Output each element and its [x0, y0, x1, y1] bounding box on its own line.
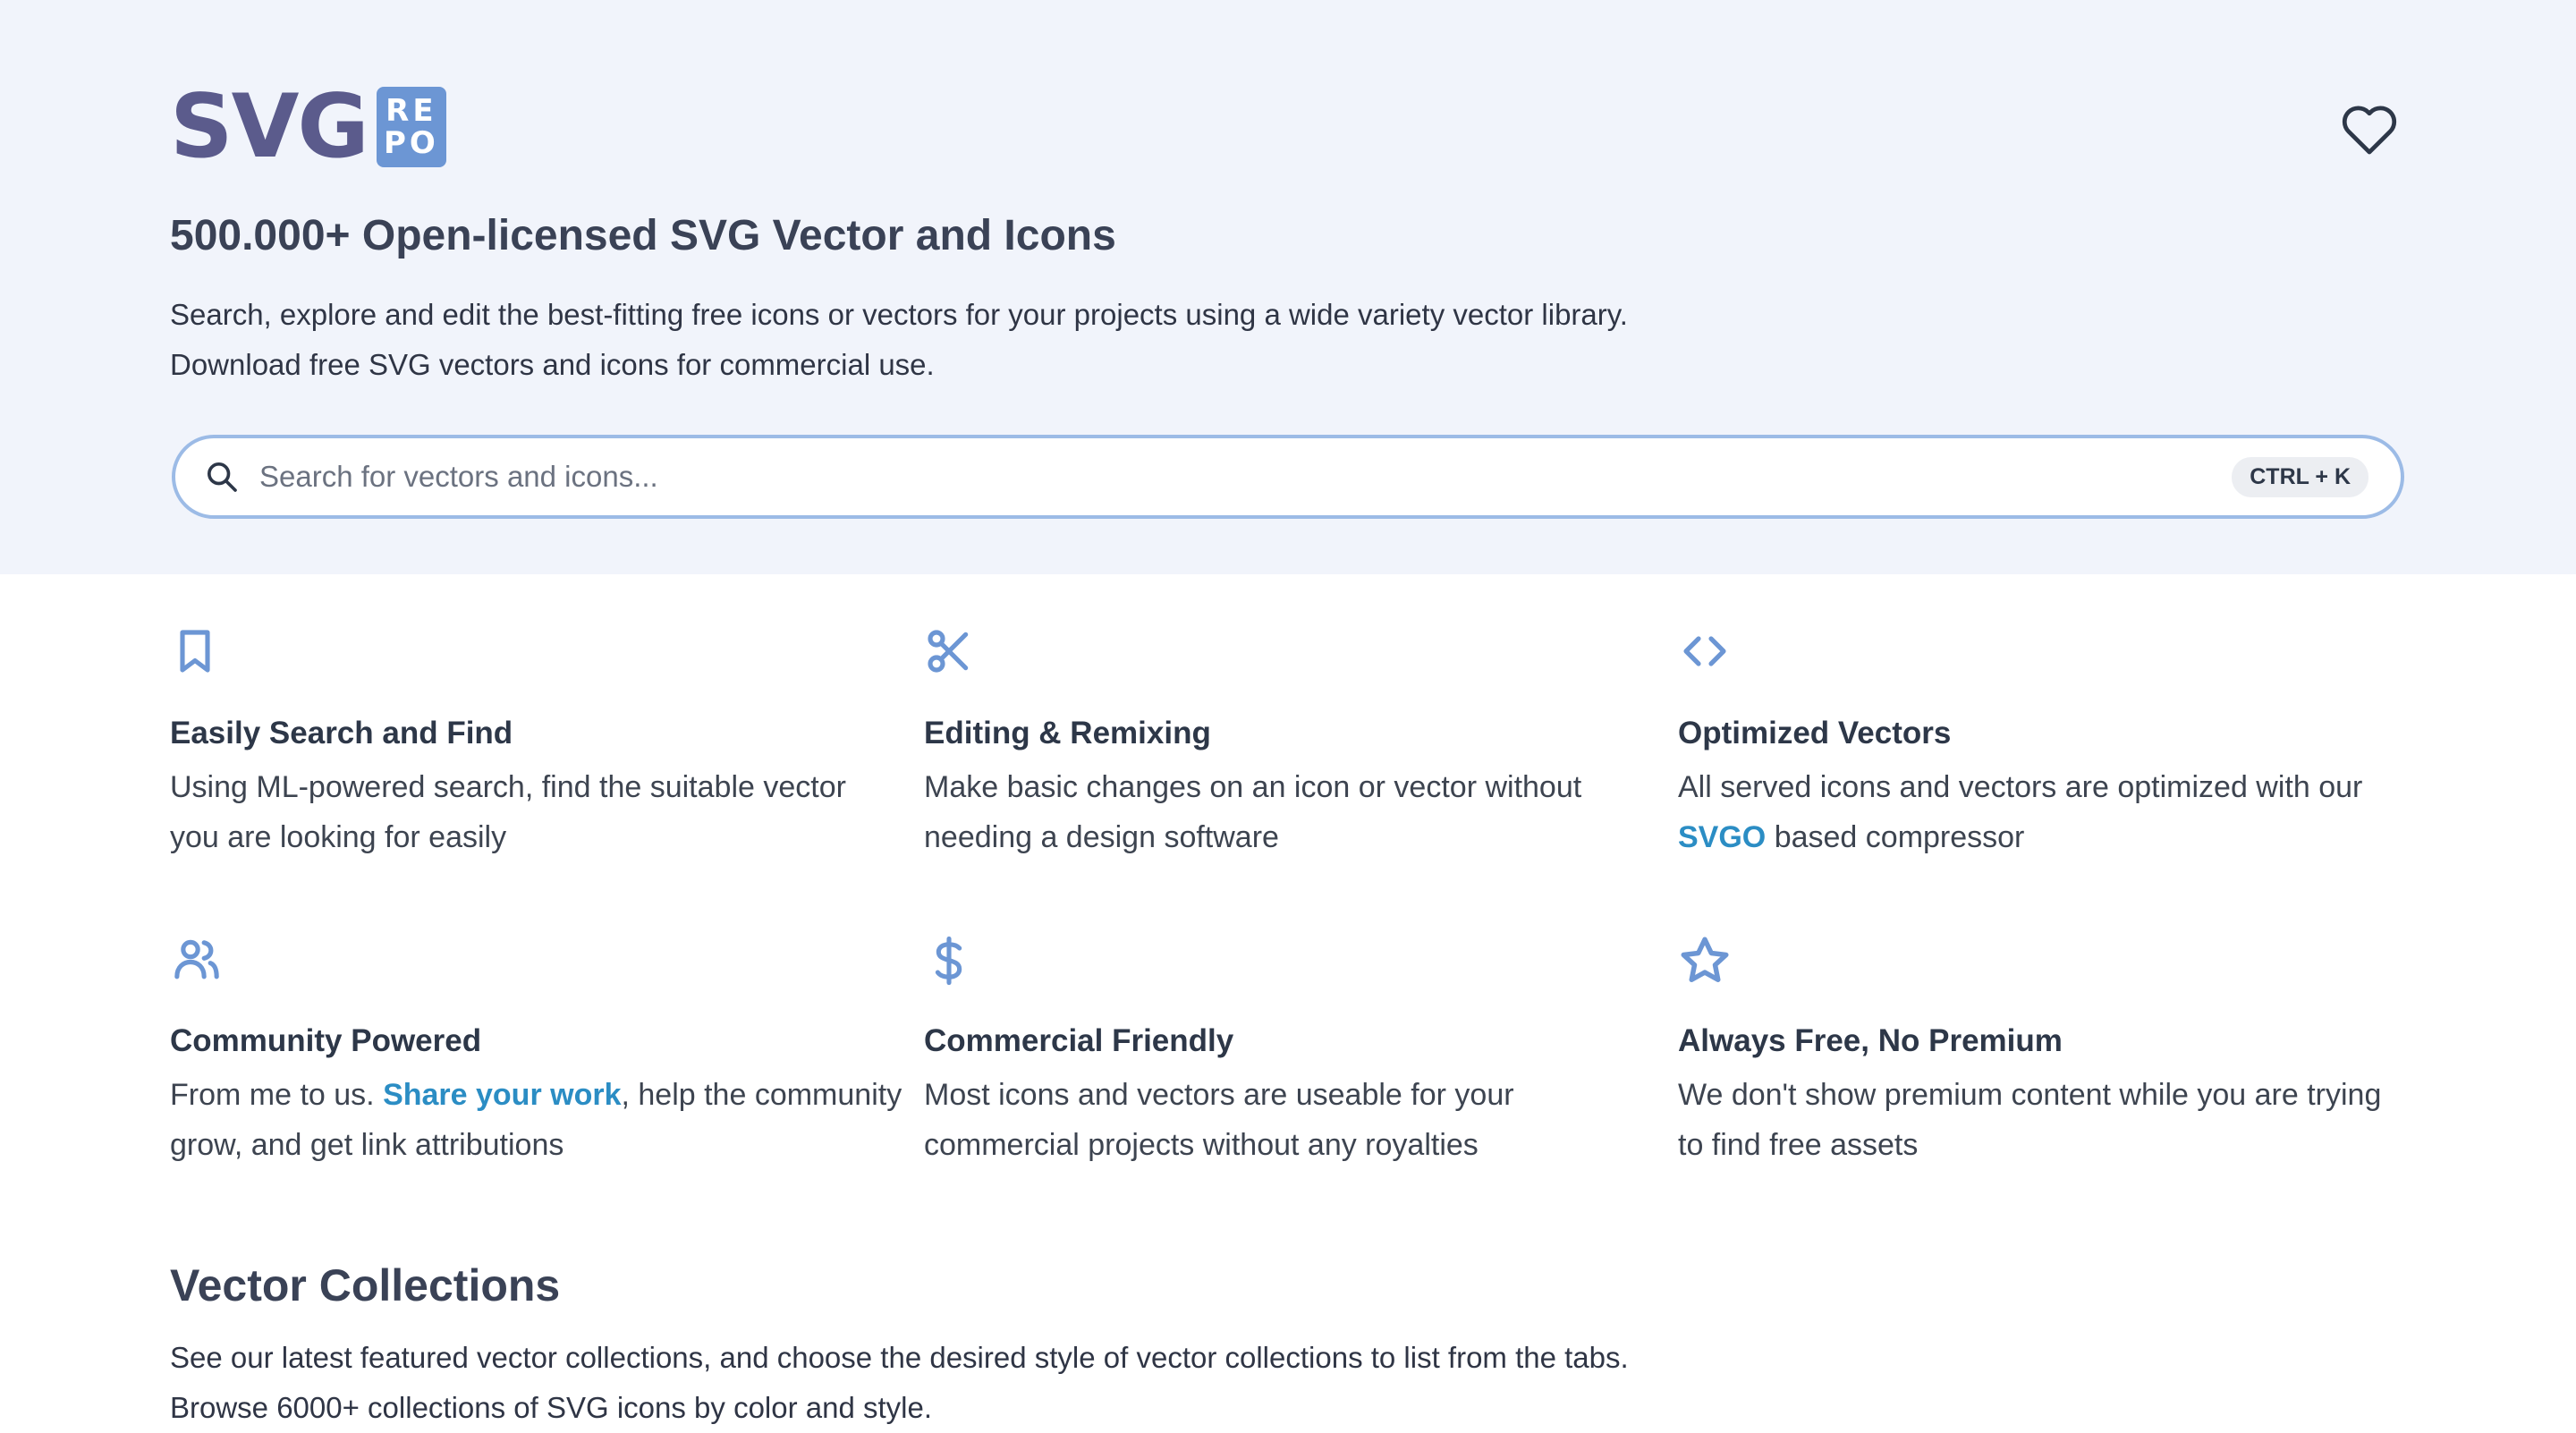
feature-title: Editing & Remixing [924, 716, 1211, 750]
feature-description-text: based compressor [1766, 820, 2025, 854]
feature-editing: Editing & Remixing Make basic changes on… [924, 626, 1640, 854]
logo-badge: RE PO [376, 87, 446, 167]
svgrepo-logo[interactable]: SVG RE PO [170, 76, 446, 178]
feature-title: Commercial Friendly [924, 1023, 1234, 1058]
feature-description-line: From me to us. Share your work, help the… [170, 1070, 903, 1120]
logo-badge-bottom: PO [383, 125, 439, 161]
feature-description-line: SVGO based compressor [1678, 812, 2411, 862]
feature-community: Community Powered From me to us. Share y… [170, 934, 902, 1162]
feature-description: Most icons and vectors are useable for y… [924, 1070, 1657, 1170]
users-icon [174, 939, 219, 979]
hero-section: SVG RE PO 500.000+ Open-licensed SVG Vec… [0, 0, 2576, 574]
feature-description-line: Using ML-powered search, find the suitab… [170, 770, 846, 804]
feature-description-text: , help the community [621, 1078, 902, 1112]
feature-search: Easily Search and Find Using ML-powered … [170, 626, 886, 854]
feature-description-line: you are looking for easily [170, 820, 507, 854]
feature-description-line: Most icons and vectors are useable for y… [924, 1078, 1514, 1112]
hero-description-line: Search, explore and edit the best-fittin… [170, 298, 1628, 331]
collections-title: Vector Collections [170, 1260, 561, 1310]
code-icon [1683, 636, 1726, 666]
svgo-link[interactable]: SVGO [1678, 820, 1766, 854]
favorites-button[interactable] [2336, 100, 2402, 159]
collections-description-line: See our latest featured vector collectio… [170, 1341, 1629, 1374]
dollar-icon [935, 936, 962, 986]
feature-title: Easily Search and Find [170, 716, 513, 750]
collections-description-line: Browse 6000+ collections of SVG icons by… [170, 1391, 933, 1424]
logo-text: SVG [170, 76, 369, 178]
scissors-icon [928, 630, 969, 673]
bookmark-icon [180, 630, 210, 673]
search-input[interactable] [259, 460, 2233, 494]
feature-optimized: Optimized Vectors All served icons and v… [1678, 626, 2394, 854]
search-icon [204, 459, 240, 495]
feature-title: Community Powered [170, 1023, 482, 1058]
logo-badge-top: RE [386, 93, 437, 129]
feature-title: Optimized Vectors [1678, 716, 1952, 750]
feature-description: Make basic changes on an icon or vector … [924, 762, 1657, 862]
hero-description-line: Download free SVG vectors and icons for … [170, 348, 935, 381]
feature-description-line: grow, and get link attributions [170, 1128, 564, 1162]
feature-description: All served icons and vectors are optimiz… [1678, 762, 2411, 862]
hero-description: Search, explore and edit the best-fittin… [170, 290, 1628, 390]
feature-description-line: to find free assets [1678, 1128, 1919, 1162]
feature-commercial: Commercial Friendly Most icons and vecto… [924, 934, 1640, 1162]
feature-description: Using ML-powered search, find the suitab… [170, 762, 903, 862]
star-icon [1681, 937, 1729, 982]
feature-description-line: needing a design software [924, 820, 1279, 854]
feature-description: From me to us. Share your work, help the… [170, 1070, 903, 1170]
feature-description: We don't show premium content while you … [1678, 1070, 2411, 1170]
feature-description-line: commercial projects without any royaltie… [924, 1128, 1479, 1162]
feature-description-text: From me to us. [170, 1078, 384, 1112]
search-bar[interactable]: CTRL + K [172, 435, 2404, 519]
search-shortcut-badge: CTRL + K [2232, 456, 2368, 497]
share-your-work-link[interactable]: Share your work [383, 1078, 621, 1112]
feature-description-line: All served icons and vectors are optimiz… [1678, 770, 2363, 804]
feature-free: Always Free, No Premium We don't show pr… [1678, 934, 2394, 1162]
feature-description-line: We don't show premium content while you … [1678, 1078, 2382, 1112]
feature-title: Always Free, No Premium [1678, 1023, 2063, 1058]
feature-description-line: Make basic changes on an icon or vector … [924, 770, 1582, 804]
heart-icon [2342, 106, 2397, 155]
page-title: 500.000+ Open-licensed SVG Vector and Ic… [170, 212, 1116, 259]
collections-description: See our latest featured vector collectio… [170, 1333, 1629, 1433]
